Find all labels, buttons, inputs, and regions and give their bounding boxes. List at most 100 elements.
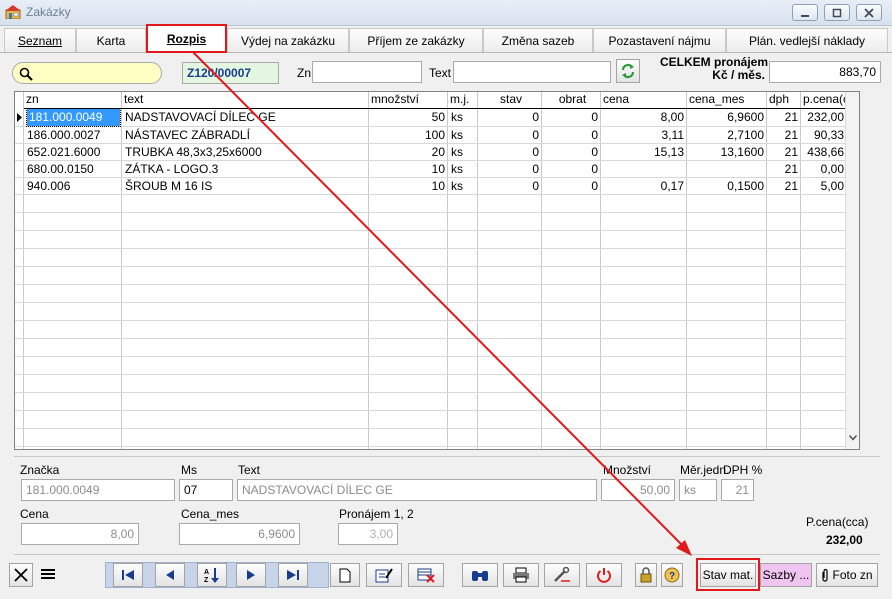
col-header-zn[interactable]: zn <box>24 92 122 108</box>
table-row-4-pcena[interactable]: 0,00 <box>802 161 846 178</box>
table-row-3-cena-mes[interactable]: 13,1600 <box>688 144 766 161</box>
cancel-button[interactable] <box>9 563 33 587</box>
new-record-button[interactable] <box>330 563 360 587</box>
table-row-2-text[interactable]: NÁSTAVEC ZÁBRADLÍ <box>123 127 368 144</box>
table-row-2-stav[interactable]: 0 <box>479 127 541 144</box>
table-row-3-mnozstvi[interactable]: 20 <box>370 144 447 161</box>
table-row-3-pcena[interactable]: 438,66 <box>802 144 846 161</box>
vertical-scrollbar[interactable] <box>845 92 859 449</box>
table-row-3-text[interactable]: TRUBKA 48,3x3,25x6000 <box>123 144 368 161</box>
stav-mat-button[interactable]: Stav mat. <box>700 563 756 587</box>
table-row-2-mj[interactable]: ks <box>449 127 477 144</box>
col-header-stav[interactable]: stav <box>478 92 542 108</box>
table-row-4-text[interactable]: ZÁTKA - LOGO.3 <box>123 161 368 178</box>
menu-button[interactable] <box>40 567 56 581</box>
table-row-2-cena-mes[interactable]: 2,7100 <box>688 127 766 144</box>
col-header-mj[interactable]: m.j. <box>448 92 478 108</box>
tab-zmena-sazeb[interactable]: Změna sazeb <box>483 28 593 52</box>
minimize-button[interactable] <box>792 4 818 21</box>
table-row-3-mj[interactable]: ks <box>449 144 477 161</box>
col-header-mnozstvi[interactable]: množství <box>369 92 448 108</box>
table-row-1-cena-mes[interactable]: 6,9600 <box>688 109 766 126</box>
table-row-1-obrat[interactable]: 0 <box>543 109 600 126</box>
table-row-1-mj[interactable]: ks <box>449 109 477 126</box>
col-header-obrat[interactable]: obrat <box>542 92 601 108</box>
table-row-2-cena[interactable]: 3,11 <box>602 127 686 144</box>
text-filter-input[interactable] <box>453 61 611 83</box>
edit-record-button[interactable] <box>366 563 402 587</box>
tab-prijem[interactable]: Příjem ze zakázky <box>349 28 483 52</box>
table-row-3-zn[interactable]: 652.021.6000 <box>25 144 121 161</box>
table-row-4-cena[interactable] <box>602 161 686 178</box>
table-row-5-mj[interactable]: ks <box>449 178 477 195</box>
col-header-cena-mes[interactable]: cena_mes <box>687 92 767 108</box>
znacka-field[interactable]: 181.000.0049 <box>21 479 175 501</box>
print-button[interactable] <box>503 563 539 587</box>
zn-filter-input[interactable] <box>312 61 422 83</box>
tab-seznam[interactable]: Seznam <box>4 28 76 52</box>
sort-button[interactable]: A Z <box>197 563 227 587</box>
table-row-5-obrat[interactable]: 0 <box>543 178 600 195</box>
last-record-button[interactable] <box>278 563 308 587</box>
table-row-2-dph[interactable]: 21 <box>768 127 800 144</box>
table-row-1-zn[interactable]: 181.000.0049 <box>26 108 121 127</box>
first-record-button[interactable] <box>113 563 143 587</box>
delete-record-button[interactable] <box>408 563 444 587</box>
maximize-button[interactable] <box>824 4 850 21</box>
table-row-1-pcena[interactable]: 232,00 <box>802 109 846 126</box>
help-button[interactable]: ? <box>661 563 683 587</box>
exit-button[interactable] <box>586 563 622 587</box>
table-row-5-zn[interactable]: 940.006 <box>25 178 121 195</box>
col-header-dph[interactable]: dph <box>767 92 801 108</box>
table-row-1-text[interactable]: NADSTAVOVACÍ DÍLEC GE <box>123 109 368 126</box>
cena-field[interactable]: 8,00 <box>21 523 139 545</box>
col-header-pcena[interactable]: p.cena(cca <box>801 92 847 108</box>
table-row-4-mj[interactable]: ks <box>449 161 477 178</box>
table-row-4-mnozstvi[interactable]: 10 <box>370 161 447 178</box>
table-row-5-text[interactable]: ŠROUB M 16 IS <box>123 178 368 195</box>
detail-text-field[interactable]: NADSTAVOVACÍ DÍLEC GE <box>237 479 597 501</box>
col-header-text[interactable]: text <box>122 92 369 108</box>
table-row-3-dph[interactable]: 21 <box>768 144 800 161</box>
table-row-2-mnozstvi[interactable]: 100 <box>370 127 447 144</box>
foto-zn-button[interactable]: Foto zn <box>816 563 878 587</box>
refresh-button[interactable] <box>616 59 640 83</box>
table-row-5-stav[interactable]: 0 <box>479 178 541 195</box>
mnozstvi-field[interactable]: 50,00 <box>601 479 675 501</box>
sazby-button[interactable]: Sazby ... <box>760 563 812 587</box>
table-row-4-stav[interactable]: 0 <box>479 161 541 178</box>
scroll-down-icon[interactable] <box>849 435 857 441</box>
table-row-5-cena[interactable]: 0,17 <box>602 178 686 195</box>
tab-pozastaveni[interactable]: Pozastavení nájmu <box>593 28 726 52</box>
close-window-button[interactable] <box>856 4 882 21</box>
ms-field[interactable]: 07 <box>179 479 233 501</box>
table-row-2-pcena[interactable]: 90,33 <box>802 127 846 144</box>
tools-button[interactable] <box>544 563 580 587</box>
next-record-button[interactable] <box>236 563 266 587</box>
dph-field[interactable]: 21 <box>721 479 754 501</box>
table-row-4-cena-mes[interactable] <box>688 161 766 178</box>
table-row-5-pcena[interactable]: 5,00 <box>802 178 846 195</box>
table-row-3-cena[interactable]: 15,13 <box>602 144 686 161</box>
table-row-3-stav[interactable]: 0 <box>479 144 541 161</box>
table-row-2-zn[interactable]: 186.000.0027 <box>25 127 121 144</box>
table-row-1-dph[interactable]: 21 <box>768 109 800 126</box>
table-row-3-obrat[interactable]: 0 <box>543 144 600 161</box>
table-row-5-dph[interactable]: 21 <box>768 178 800 195</box>
table-row-5-cena-mes[interactable]: 0,1500 <box>688 178 766 195</box>
table-row-4-dph[interactable]: 21 <box>768 161 800 178</box>
lock-button[interactable] <box>635 563 657 587</box>
tab-rozpis[interactable]: Rozpis <box>146 24 227 53</box>
table-row-5-mnozstvi[interactable]: 10 <box>370 178 447 195</box>
tab-plan-naklady[interactable]: Plán. vedlejší náklady <box>726 28 888 52</box>
table-row-1-stav[interactable]: 0 <box>479 109 541 126</box>
table-row-4-zn[interactable]: 680.00.0150 <box>25 161 121 178</box>
tab-vydej[interactable]: Výdej na zakázku <box>227 28 349 52</box>
table-row-4-obrat[interactable]: 0 <box>543 161 600 178</box>
prev-record-button[interactable] <box>155 563 185 587</box>
table-row-1-mnozstvi[interactable]: 50 <box>370 109 447 126</box>
search-box[interactable] <box>12 62 162 84</box>
tab-karta[interactable]: Karta <box>76 28 146 52</box>
col-header-cena[interactable]: cena <box>601 92 687 108</box>
find-button[interactable] <box>462 563 498 587</box>
